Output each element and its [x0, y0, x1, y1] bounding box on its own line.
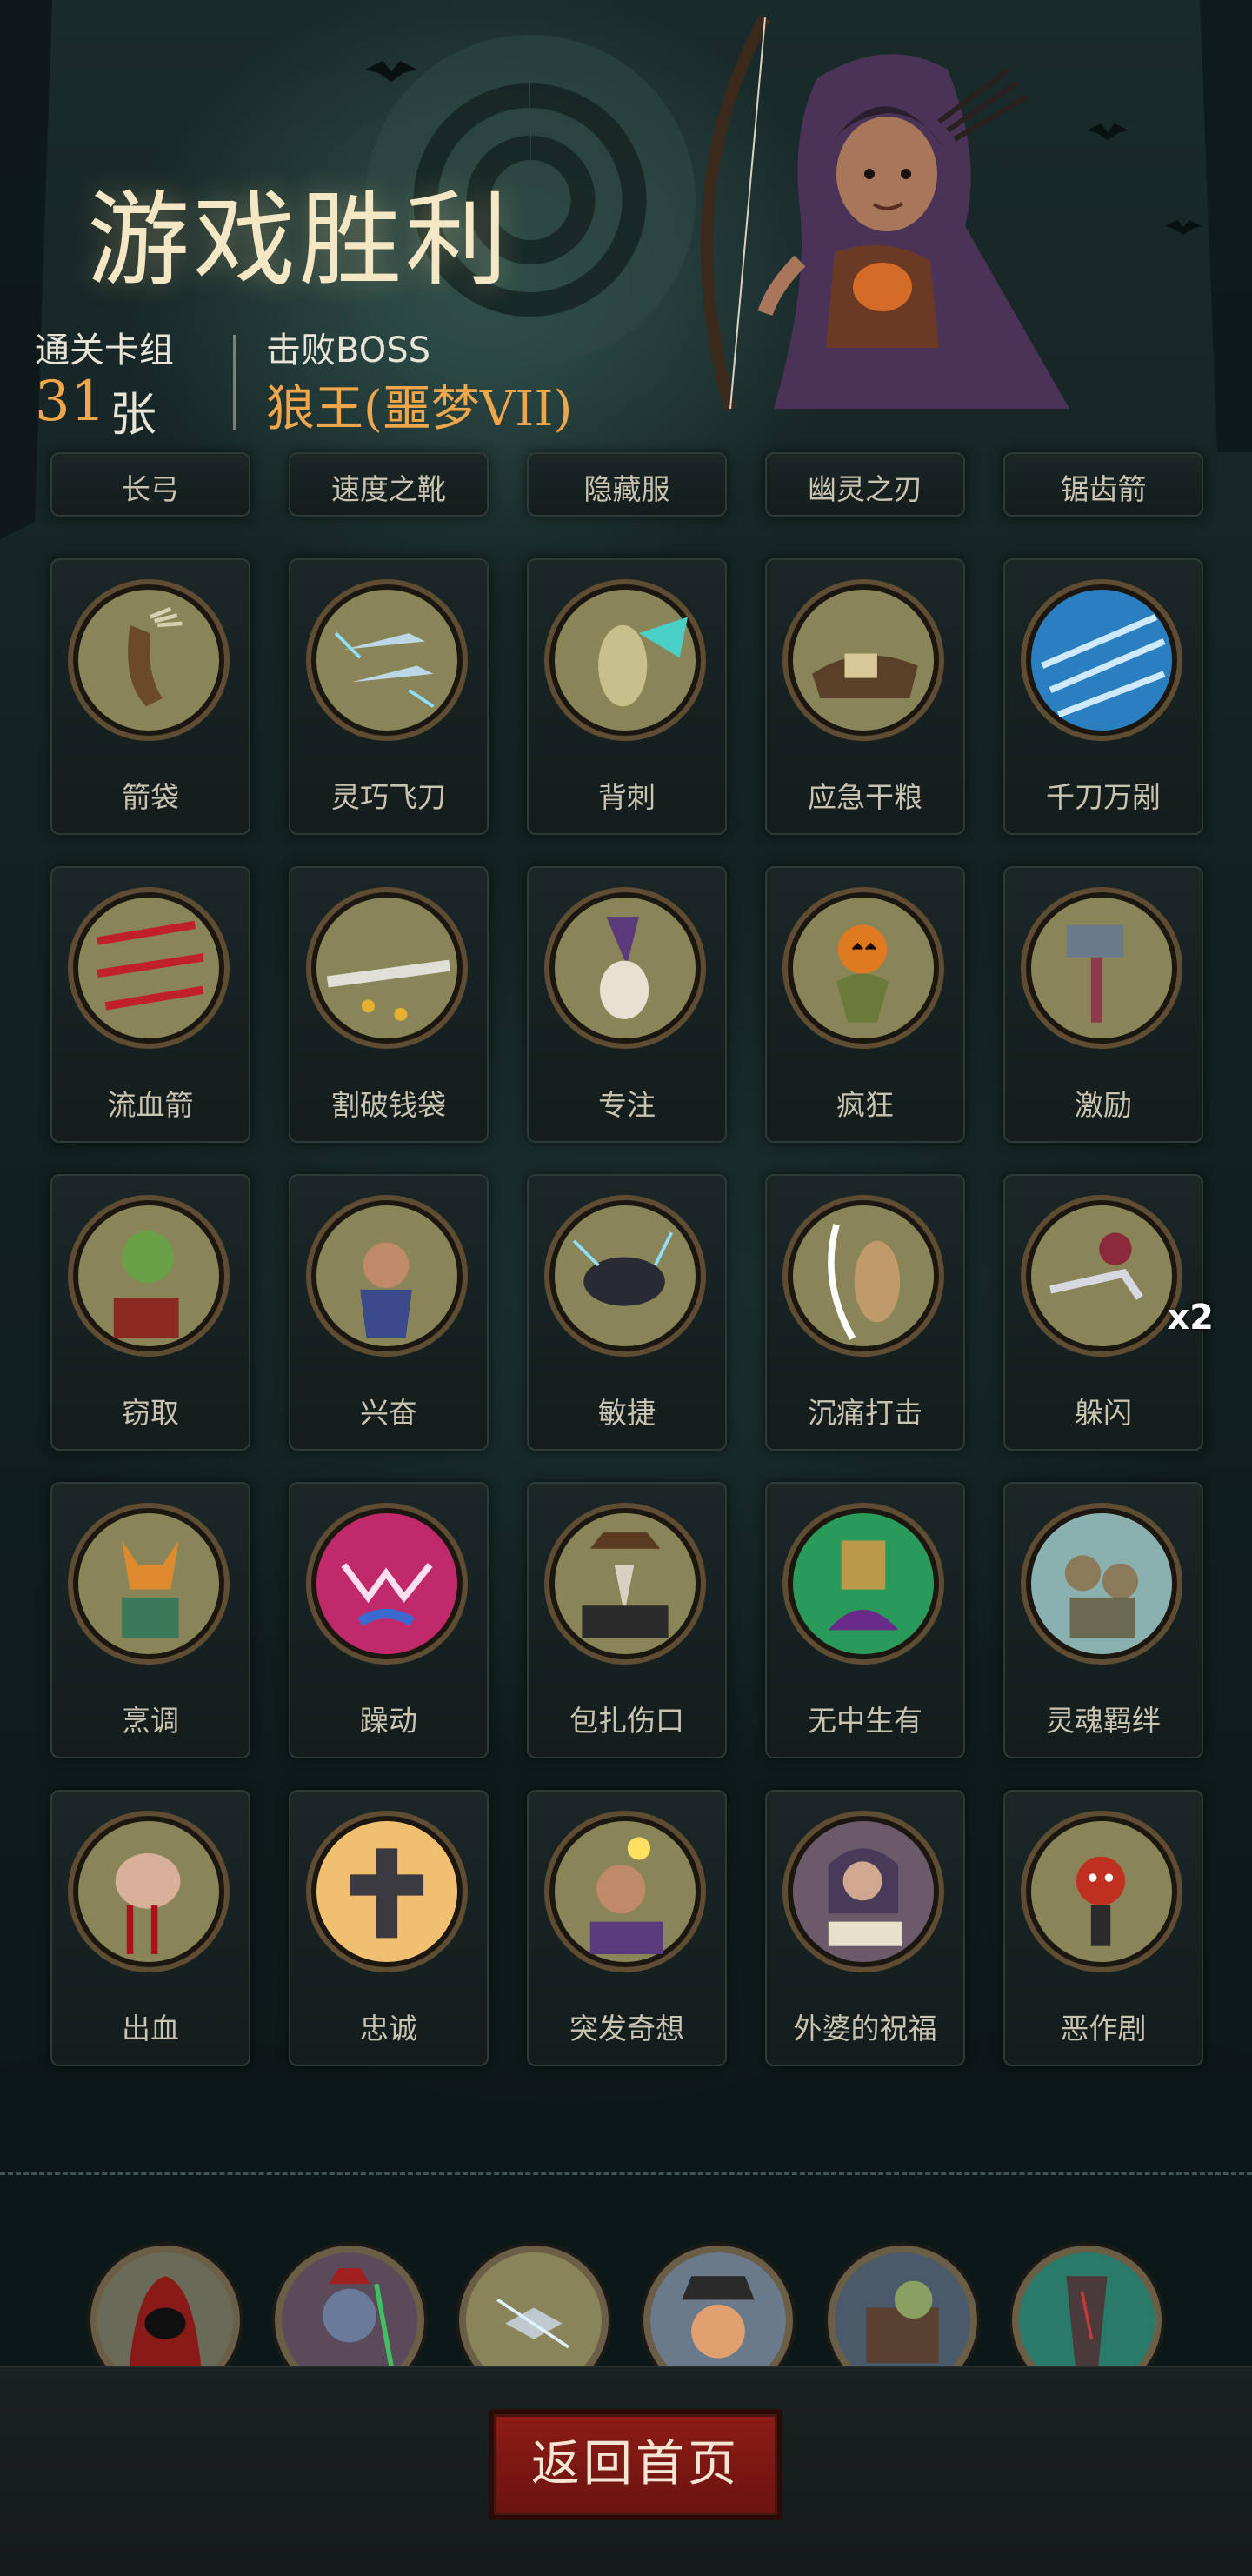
return-home-button[interactable]: 返回首页 [489, 2409, 782, 2520]
card-inspire[interactable]: 激励 [1003, 866, 1203, 1143]
card-name: 割破钱袋 [331, 1088, 446, 1122]
card-agility[interactable]: 敏捷 [527, 1174, 727, 1451]
card-name: 沉痛打击 [808, 1396, 922, 1430]
strike-icon [782, 1195, 944, 1357]
dodge-multiplier-badge: x2 [1167, 1298, 1214, 1338]
card-name: 躁动 [360, 1704, 417, 1738]
plague-doctor-icon [544, 1503, 706, 1665]
card-name: 包扎伤口 [569, 1704, 684, 1738]
card-emergency-rations[interactable]: 应急干粮 [765, 558, 965, 835]
card-excited[interactable]: 兴奋 [289, 1174, 489, 1451]
card-name: 灵巧飞刀 [331, 780, 446, 814]
card-something-from-nothing[interactable]: 无中生有 [765, 1482, 965, 1758]
deck-unit: 张 [110, 387, 156, 442]
card-steal[interactable]: 窃取 [50, 1174, 250, 1451]
card-grandma-blessing[interactable]: 外婆的祝福 [765, 1790, 965, 2066]
card-longbow[interactable]: 长弓 [50, 452, 250, 517]
cut-purse-icon [306, 887, 468, 1049]
card-name: 应急干粮 [808, 780, 922, 814]
flying-knives-icon [306, 579, 468, 741]
card-name: 突发奇想 [569, 2012, 684, 2045]
card-name: 流血箭 [107, 1088, 194, 1122]
wizard-icon [544, 887, 706, 1049]
card-bleeding-arrow[interactable]: 流血箭 [50, 866, 250, 1143]
card-speed-boots[interactable]: 速度之靴 [289, 452, 489, 517]
card-name: 专注 [598, 1088, 656, 1122]
summon-icon [782, 1503, 944, 1665]
boss-name: 狼王(噩梦VII) [266, 381, 573, 437]
card-name: 箭袋 [122, 780, 179, 814]
card-name: 长弓 [122, 472, 179, 506]
card-name: 窃取 [122, 1396, 179, 1430]
card-name: 千刀万剐 [1046, 780, 1161, 814]
card-name: 外婆的祝福 [793, 2012, 937, 2045]
card-heavy-strike[interactable]: 沉痛打击 [765, 1174, 965, 1451]
bleeding-hands-icon [68, 1811, 230, 1972]
card-ghost-blade[interactable]: 幽灵之刃 [765, 452, 965, 517]
cross-icon [306, 1811, 468, 1972]
hero-illustration [600, 0, 1122, 435]
deck-count: 31 [35, 370, 106, 434]
card-name: 兴奋 [360, 1396, 417, 1430]
deck-label: 通关卡组 [35, 330, 174, 370]
idea-icon [544, 1811, 706, 1972]
card-name: 锯齿箭 [1060, 472, 1147, 506]
card-name: 幽灵之刃 [808, 472, 922, 506]
card-cooking[interactable]: 烹调 [50, 1482, 250, 1758]
card-prank[interactable]: 恶作剧 [1003, 1790, 1203, 2066]
backstab-icon [544, 579, 706, 741]
card-name: 烹调 [122, 1704, 179, 1738]
card-soul-bond[interactable]: 灵魂羁绊 [1003, 1482, 1203, 1758]
stat-divider [233, 335, 236, 430]
bleeding-arrow-icon [68, 887, 230, 1049]
thousand-blades-icon [1021, 579, 1182, 741]
card-name: 疯狂 [836, 1088, 894, 1122]
card-name: 无中生有 [808, 1704, 922, 1738]
dodge-icon [1021, 1195, 1182, 1357]
card-name: 敏捷 [598, 1396, 656, 1430]
card-name: 出血 [122, 2012, 179, 2045]
card-loyalty[interactable]: 忠诚 [289, 1790, 489, 2066]
card-dodge[interactable]: x2 躲闪 [1003, 1174, 1214, 1451]
excited-man-icon [306, 1195, 468, 1357]
card-quiver[interactable]: 箭袋 [50, 558, 250, 835]
card-restless[interactable]: 躁动 [289, 1482, 489, 1758]
boss-label: 击败BOSS [266, 330, 431, 370]
card-name: 背刺 [598, 780, 656, 814]
card-stealth-suit[interactable]: 隐藏服 [527, 452, 727, 517]
victory-header: 游戏胜利 通关卡组 31 张 击败BOSS 狼王(噩梦VII) [0, 0, 1252, 452]
quiver-icon [68, 579, 230, 741]
card-name: 隐藏服 [583, 472, 670, 506]
deck-card-grid: 长弓 速度之靴 隐藏服 幽灵之刃 锯齿箭 箭袋 灵巧飞刀 背刺 应急干粮 千刀万… [0, 452, 1252, 2174]
card-name: 恶作剧 [1060, 2012, 1147, 2045]
card-name: 灵魂羁绊 [1046, 1704, 1161, 1738]
card-focus[interactable]: 专注 [527, 866, 727, 1143]
card-name: 速度之靴 [331, 472, 446, 506]
restless-icon [306, 1503, 468, 1665]
section-divider [0, 2172, 1252, 2175]
card-name: 激励 [1075, 1088, 1132, 1122]
pumpkin-icon [782, 887, 944, 1049]
card-bleed[interactable]: 出血 [50, 1790, 250, 2066]
card-name: 躲闪 [1075, 1396, 1132, 1430]
card-name: 忠诚 [360, 2012, 417, 2045]
card-sudden-idea[interactable]: 突发奇想 [527, 1790, 727, 2066]
card-bandage[interactable]: 包扎伤口 [527, 1482, 727, 1758]
card-frenzy[interactable]: 疯狂 [765, 866, 965, 1143]
page-title: 游戏胜利 [87, 180, 512, 300]
cat-icon [544, 1195, 706, 1357]
imp-icon [1021, 1811, 1182, 1972]
goblin-icon [68, 1195, 230, 1357]
hammer-icon [1021, 887, 1182, 1049]
card-serrated-arrow[interactable]: 锯齿箭 [1003, 452, 1203, 517]
grandma-icon [782, 1811, 944, 1972]
soul-bond-icon [1021, 1503, 1182, 1665]
card-nimble-knives[interactable]: 灵巧飞刀 [289, 558, 489, 835]
card-cut-purse[interactable]: 割破钱袋 [289, 866, 489, 1143]
rations-icon [782, 579, 944, 741]
fox-chef-icon [68, 1503, 230, 1665]
card-backstab[interactable]: 背刺 [527, 558, 727, 835]
card-thousand-cuts[interactable]: 千刀万剐 [1003, 558, 1203, 835]
